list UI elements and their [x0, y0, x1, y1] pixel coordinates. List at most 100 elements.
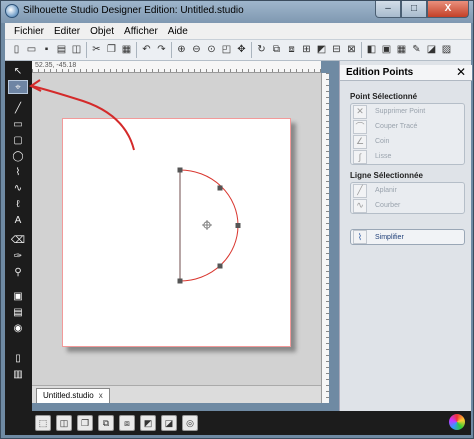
object-properties-icon[interactable]: ◫ [56, 415, 72, 431]
toolbar-divider [86, 42, 87, 58]
document-tab[interactable]: Untitled.studio x [36, 388, 110, 403]
rectangle-tool-icon[interactable]: ▭ [8, 117, 28, 131]
break-path-label: Couper Tracé [375, 123, 418, 130]
toolbar-divider [251, 42, 252, 58]
corner-point-button[interactable]: ∠ Coin [351, 134, 464, 149]
pan-hand-icon[interactable]: ✥ [235, 44, 248, 57]
zoom-in-icon[interactable]: ⊕ [175, 44, 188, 57]
anchor-point [177, 278, 183, 284]
redo-icon[interactable]: ↷ [155, 44, 168, 57]
knife-tool-icon[interactable]: ✑ [8, 249, 28, 263]
group-objects-icon[interactable]: ⧉ [98, 415, 114, 431]
straighten-button[interactable]: ╱ Aplanir [351, 183, 464, 198]
straighten-icon: ╱ [353, 183, 367, 198]
online-store-icon[interactable]: ◉ [8, 321, 28, 335]
group-icon[interactable]: ⧉ [270, 44, 283, 57]
replicate-icon[interactable]: ⊟ [330, 44, 343, 57]
rounded-rectangle-tool-icon[interactable]: ▢ [8, 133, 28, 147]
document-tab-strip: Untitled.studio x [32, 385, 321, 403]
eyedropper-tool-icon[interactable]: ⚲ [8, 265, 28, 279]
zoom-fit-icon[interactable]: ◰ [220, 44, 233, 57]
title-bar: Silhouette Studio Designer Edition: Unti… [1, 1, 473, 23]
open-folder-icon[interactable]: ▭ [25, 44, 38, 57]
polygon-tool-icon[interactable]: ⌇ [8, 165, 28, 179]
select-all-icon[interactable]: ⬚ [35, 415, 51, 431]
anchor-point [217, 185, 223, 191]
curve-tool-icon[interactable]: ∿ [8, 181, 28, 195]
close-window-button[interactable]: X [427, 1, 469, 18]
break-path-button[interactable]: ⌒ Couper Tracé [351, 119, 464, 134]
simplify-icon: ⌇ [353, 230, 367, 244]
cutting-mat-page [62, 118, 291, 347]
zoom-out-icon[interactable]: ⊖ [190, 44, 203, 57]
delete-icon[interactable]: ⊠ [345, 44, 358, 57]
zoom-area-icon[interactable]: ⊙ [205, 44, 218, 57]
print-icon[interactable]: ▤ [55, 44, 68, 57]
section-point-title: Point Sélectionné [350, 92, 418, 101]
menu-aide[interactable]: Aide [163, 26, 193, 37]
window-title: Silhouette Studio Designer Edition: Unti… [23, 5, 244, 16]
ellipse-tool-icon[interactable]: ◯ [8, 149, 28, 163]
freehand-tool-icon[interactable]: ℓ [8, 197, 28, 211]
duplicate-icon[interactable]: ◩ [315, 44, 328, 57]
layers-icon[interactable]: ❐ [77, 415, 93, 431]
smooth-point-label: Lisse [375, 153, 392, 160]
main-toolbar: ▯ ▭ ▪ ▤ ◫ ✂ ❐ ▦ ↶ ↷ ⊕ ⊖ ⊙ ◰ ✥ ↻ ⧉ ⧈ ⊞ ◩ … [5, 39, 471, 61]
left-tool-panel: ↖ ⌖ ╱ ▭ ▢ ◯ ⌇ ∿ ℓ A ⌫ ✑ ⚲ ▣ ▤ ◉ ▯ ▥ [5, 61, 32, 411]
library-icon[interactable]: ▯ [8, 351, 28, 365]
panel-close-icon[interactable]: ✕ [456, 65, 466, 79]
close-tab-icon[interactable]: x [99, 389, 103, 403]
scissors-icon[interactable]: ✂ [90, 44, 103, 57]
minimize-button[interactable]: – [375, 1, 401, 18]
align-icon[interactable]: ⊞ [300, 44, 313, 57]
break-path-icon: ⌒ [353, 119, 367, 134]
cut-settings-icon[interactable]: ▣ [8, 289, 28, 303]
panel-title: Edition Points [346, 67, 414, 78]
compound-path-icon[interactable]: ◩ [140, 415, 156, 431]
menu-afficher[interactable]: Afficher [119, 26, 163, 37]
trace-icon[interactable]: ◎ [182, 415, 198, 431]
line-tool-icon[interactable]: ╱ [8, 101, 28, 115]
rotate-icon[interactable]: ↻ [255, 44, 268, 57]
undo-icon[interactable]: ↶ [140, 44, 153, 57]
page-setup-icon[interactable]: ▤ [8, 305, 28, 319]
smooth-point-button[interactable]: ∫ Lisse [351, 149, 464, 164]
menu-editer[interactable]: Editer [49, 26, 85, 37]
simplify-button[interactable]: ⌇ Simplifier [350, 229, 465, 245]
release-compound-icon[interactable]: ◪ [161, 415, 177, 431]
make-curve-button[interactable]: ∿ Courber [351, 198, 464, 213]
save-icon[interactable]: ▪ [40, 44, 53, 57]
select-arrow-icon[interactable]: ↖ [8, 64, 28, 78]
app-window: Silhouette Studio Designer Edition: Unti… [0, 0, 474, 439]
fill-icon[interactable]: ◪ [425, 44, 438, 57]
straighten-label: Aplanir [375, 187, 397, 194]
ungroup-icon[interactable]: ⧈ [285, 44, 298, 57]
stroke-icon[interactable]: ▨ [440, 44, 453, 57]
design-canvas[interactable] [32, 73, 321, 385]
paste-icon[interactable]: ▦ [120, 44, 133, 57]
maximize-button[interactable]: □ [401, 1, 427, 18]
text-tool-icon[interactable]: A [8, 213, 28, 227]
corner-point-label: Coin [375, 138, 390, 145]
point-actions-group: ✕ Supprimer Point ⌒ Couper Tracé ∠ Coin … [350, 103, 465, 165]
make-curve-label: Courber [375, 202, 401, 209]
delete-point-button[interactable]: ✕ Supprimer Point [351, 104, 464, 119]
edit-points-icon[interactable]: ⌖ [8, 80, 28, 94]
offset-icon[interactable]: ▣ [380, 44, 393, 57]
pen-icon[interactable]: ✎ [410, 44, 423, 57]
copy-icon[interactable]: ❐ [105, 44, 118, 57]
new-document-icon[interactable]: ▯ [10, 44, 23, 57]
menu-bar: Fichier Editer Objet Afficher Aide [5, 23, 471, 39]
toolbar-divider [361, 42, 362, 58]
ungroup-objects-icon[interactable]: ⧈ [119, 415, 135, 431]
menu-fichier[interactable]: Fichier [9, 26, 49, 37]
grid-icon[interactable]: ▦ [395, 44, 408, 57]
design-shape-layer [177, 167, 241, 284]
layout-icon[interactable]: ▥ [8, 367, 28, 381]
color-palette-icon[interactable] [449, 414, 465, 430]
eraser-tool-icon[interactable]: ⌫ [8, 233, 28, 247]
cursor-coordinates: 52.35, -45.18 [35, 62, 77, 69]
menu-objet[interactable]: Objet [85, 26, 119, 37]
send-to-cutter-icon[interactable]: ◫ [70, 44, 83, 57]
weld-icon[interactable]: ◧ [365, 44, 378, 57]
